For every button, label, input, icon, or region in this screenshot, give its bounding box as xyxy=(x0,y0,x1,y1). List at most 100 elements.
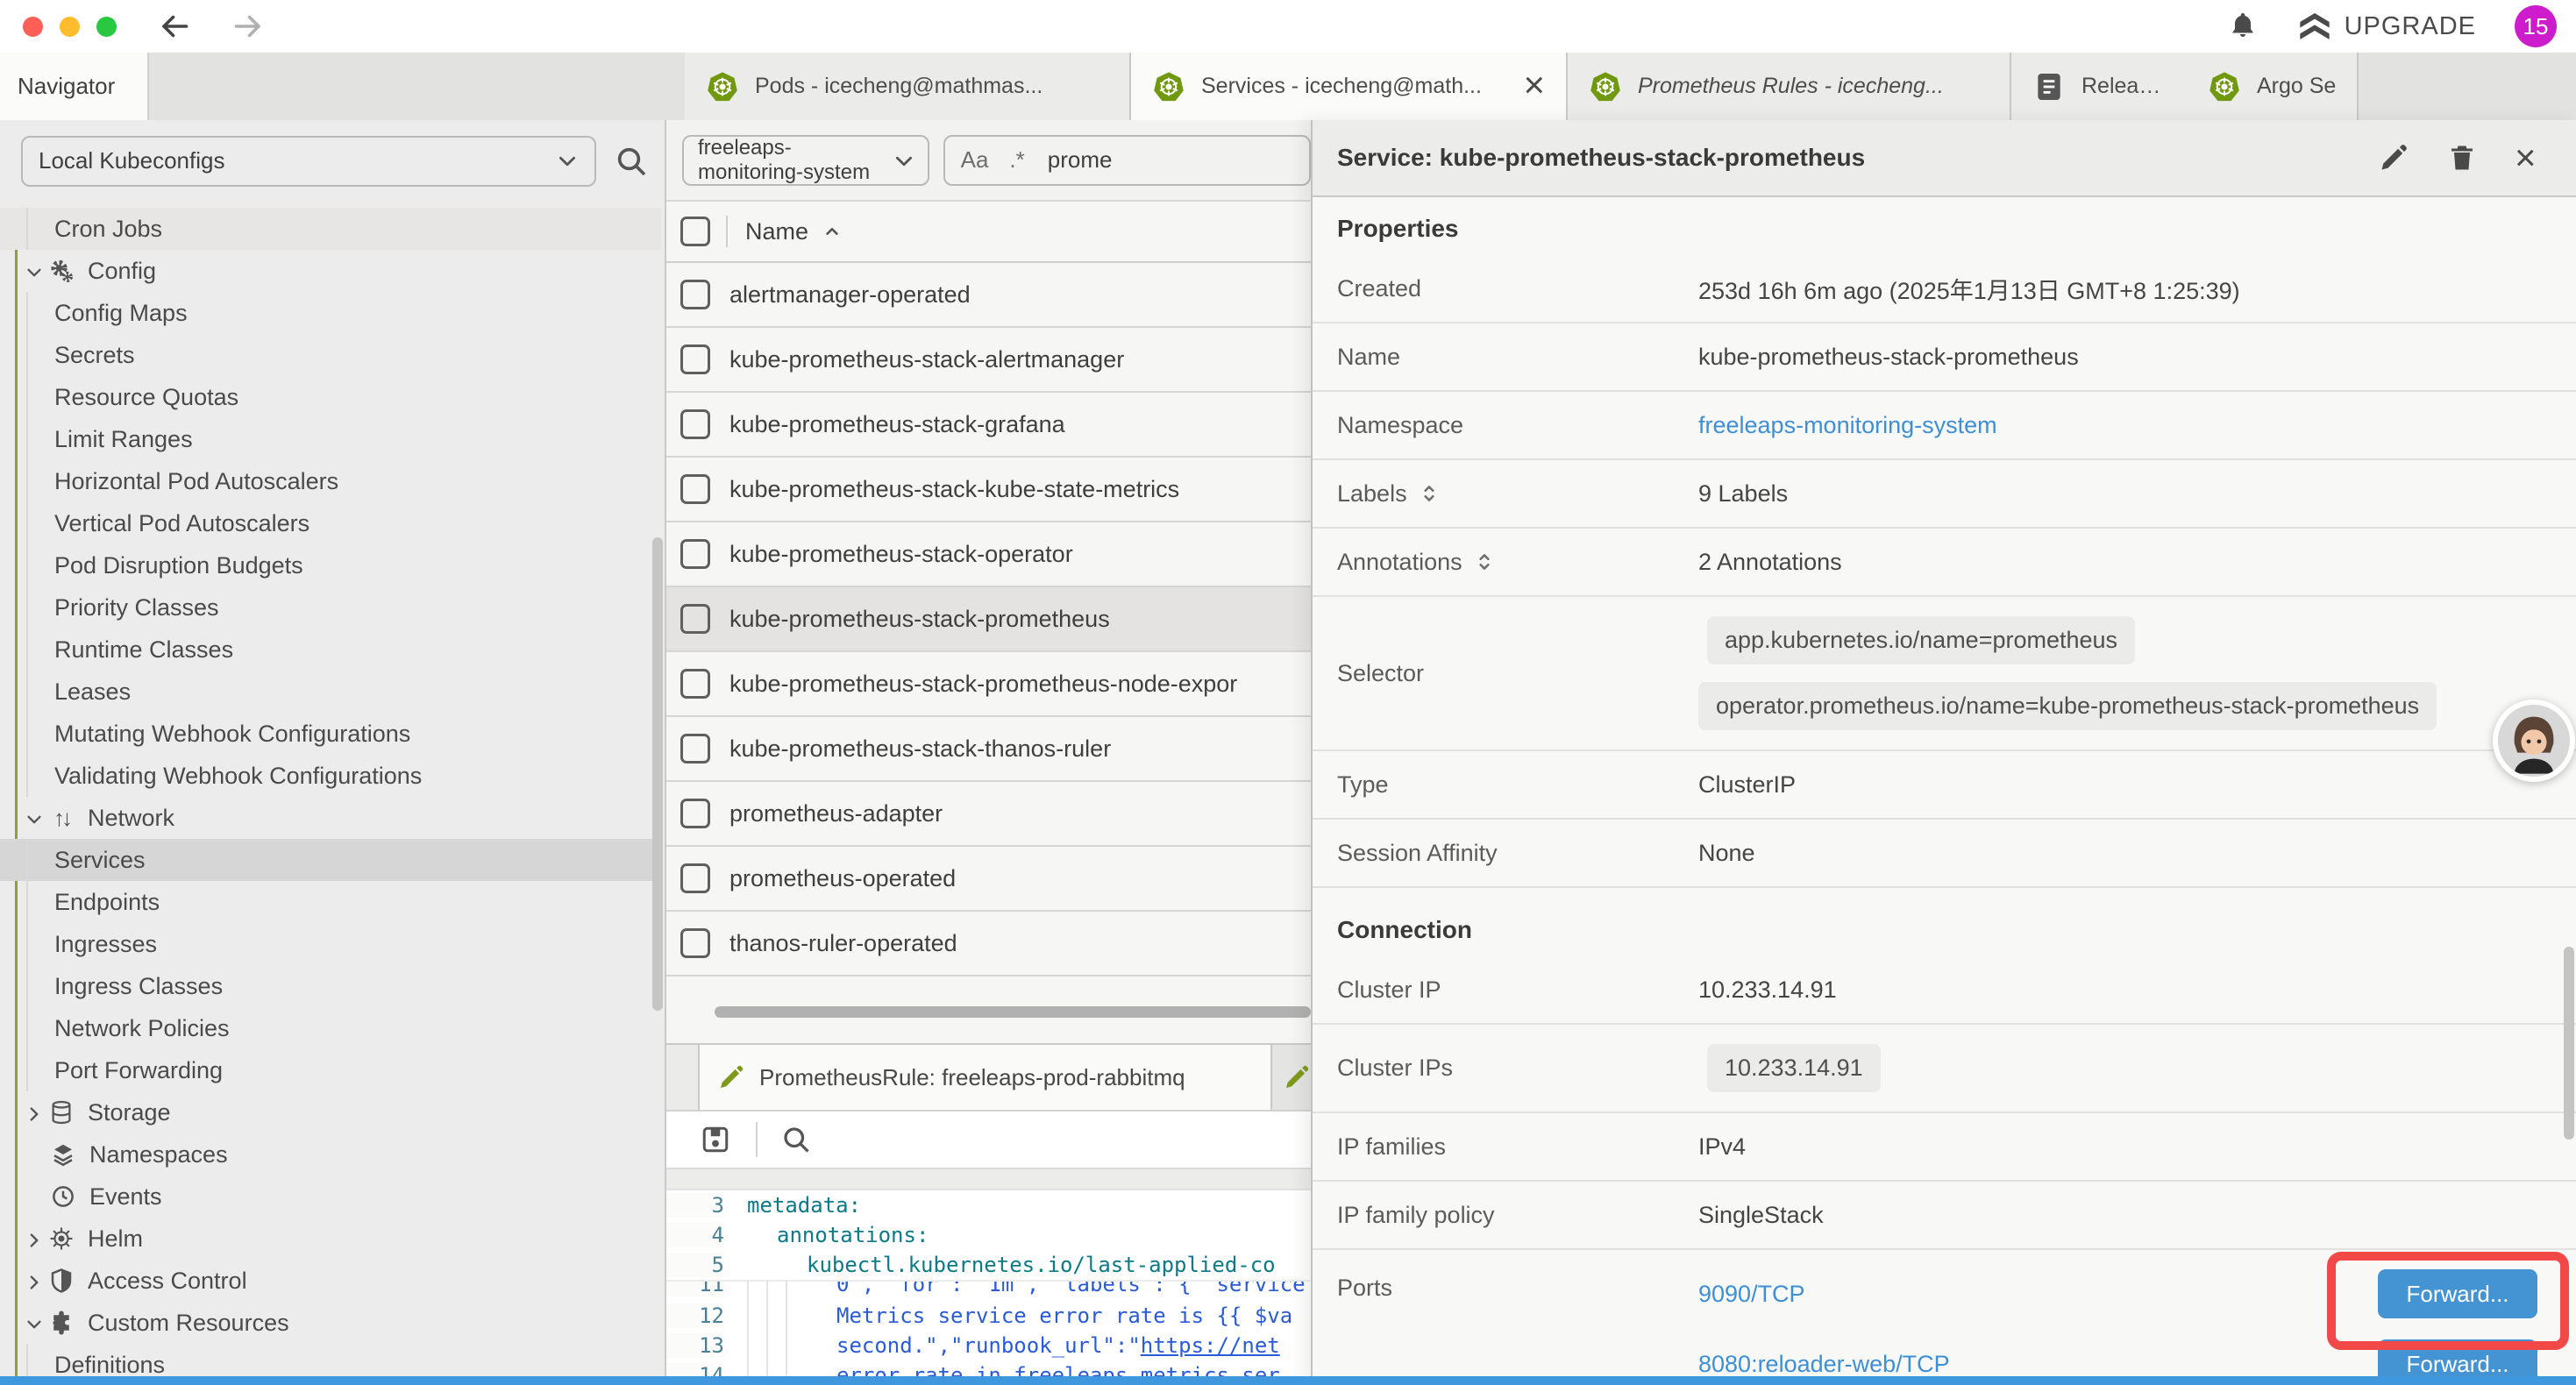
row-checkbox[interactable] xyxy=(680,863,710,893)
code-line[interactable]: 4 annotations: xyxy=(666,1220,1311,1250)
tree-chevron-icon[interactable] xyxy=(25,1271,44,1290)
tree-item[interactable]: Pod Disruption Budgets xyxy=(0,544,661,586)
row-checkbox[interactable] xyxy=(680,280,710,309)
table-row[interactable]: alertmanager-operated xyxy=(666,263,1311,328)
tree-item[interactable]: Secrets xyxy=(0,334,661,376)
tree-item[interactable]: Vertical Pod Autoscalers xyxy=(0,502,661,544)
detail-scrollbar[interactable] xyxy=(2564,947,2574,1140)
tree-item[interactable]: Ingress Classes xyxy=(0,965,661,1007)
back-icon[interactable] xyxy=(159,11,190,42)
sidebar-scrollbar[interactable] xyxy=(652,537,663,1011)
tree-item[interactable]: Leases xyxy=(0,671,661,713)
tree-item[interactable]: ↑↓ Network xyxy=(0,797,661,839)
save-icon[interactable] xyxy=(700,1124,731,1155)
code-line[interactable]: 5 kubectl.kubernetes.io/last-applied-co xyxy=(666,1250,1311,1280)
editor-tab-partial[interactable] xyxy=(1272,1045,1312,1110)
list-search-input[interactable] xyxy=(1046,146,1242,174)
table-row[interactable]: kube-prometheus-stack-thanos-ruler xyxy=(666,717,1311,782)
cluster-tab[interactable]: Pods - icecheng@mathmas... xyxy=(685,53,1131,120)
cluster-tab[interactable]: Release Notes xyxy=(2011,53,2187,120)
minimize-window-button[interactable] xyxy=(60,17,80,37)
namespace-link[interactable]: freeleaps-monitoring-system xyxy=(1698,412,1997,438)
tree-item[interactable]: Mutating Webhook Configurations xyxy=(0,713,661,755)
table-row[interactable]: kube-prometheus-stack-alertmanager xyxy=(666,328,1311,393)
select-all-checkbox[interactable] xyxy=(680,217,710,246)
tree-item[interactable]: Port Forwarding xyxy=(0,1049,661,1091)
tree-item[interactable]: Resource Quotas xyxy=(0,376,661,418)
tree-chevron-icon[interactable] xyxy=(25,808,44,827)
kubeconfig-select[interactable]: Local Kubeconfigs xyxy=(21,136,596,187)
row-checkbox[interactable] xyxy=(680,799,710,828)
close-window-button[interactable] xyxy=(23,17,43,37)
yaml-code-area[interactable]: 3 metadata: 4 annotations: 5 kubectl.kub… xyxy=(666,1190,1311,1385)
sort-icon[interactable] xyxy=(1473,550,1496,573)
tree-item[interactable]: Access Control xyxy=(0,1260,661,1302)
cluster-tab[interactable]: Services - icecheng@math... × xyxy=(1131,53,1568,120)
editor-search-icon[interactable] xyxy=(780,1124,812,1155)
tab-navigator[interactable]: Navigator xyxy=(0,53,149,120)
table-row[interactable]: prometheus-adapter xyxy=(666,782,1311,847)
code-url-link[interactable]: https://net xyxy=(1141,1333,1280,1358)
zoom-window-button[interactable] xyxy=(96,17,117,37)
sort-icon[interactable] xyxy=(1418,482,1441,505)
table-row[interactable]: kube-prometheus-stack-kube-state-metrics xyxy=(666,458,1311,522)
tree-item[interactable]: Runtime Classes xyxy=(0,629,661,671)
notifications-bell-icon[interactable] xyxy=(2227,11,2259,42)
tree-item[interactable]: Config xyxy=(0,250,661,292)
tree-chevron-icon[interactable] xyxy=(25,1229,44,1248)
tree-chevron-icon[interactable] xyxy=(25,1313,44,1332)
table-row[interactable]: prometheus-operated xyxy=(666,847,1311,912)
cluster-tab[interactable]: Argo Se xyxy=(2187,53,2359,120)
tree-item[interactable]: Custom Resources xyxy=(0,1302,661,1344)
forward-icon[interactable] xyxy=(232,11,264,42)
upgrade-button[interactable]: UPGRADE xyxy=(2297,9,2476,44)
table-row[interactable]: kube-prometheus-stack-prometheus-node-ex… xyxy=(666,652,1311,717)
name-column-header[interactable]: Name xyxy=(745,218,808,245)
cluster-tab[interactable]: Prometheus Rules - icecheng... xyxy=(1568,53,2011,120)
tree-item[interactable]: Services xyxy=(0,839,661,881)
tree-chevron-icon[interactable] xyxy=(25,1103,44,1122)
row-checkbox[interactable] xyxy=(680,474,710,504)
horizontal-scrollbar[interactable] xyxy=(715,1006,1311,1018)
table-row[interactable]: thanos-ruler-operated xyxy=(666,912,1311,977)
tree-chevron-icon[interactable] xyxy=(25,261,44,281)
tree-item[interactable]: Validating Webhook Configurations xyxy=(0,755,661,797)
delete-trash-icon[interactable] xyxy=(2446,142,2478,174)
port-link[interactable]: 8080:reloader-web/TCP xyxy=(1698,1351,1950,1378)
close-panel-icon[interactable]: × xyxy=(2515,142,2546,174)
tree-item[interactable]: Endpoints xyxy=(0,881,661,923)
tree-item[interactable]: Priority Classes xyxy=(0,586,661,629)
tree-item[interactable]: Helm xyxy=(0,1218,661,1260)
sort-caret-up-icon[interactable] xyxy=(821,220,843,243)
tree-item[interactable]: Cron Jobs xyxy=(0,208,661,250)
list-search-box[interactable]: Aa .* xyxy=(943,135,1311,186)
tree-item[interactable]: Storage xyxy=(0,1091,661,1133)
row-checkbox[interactable] xyxy=(680,928,710,958)
row-checkbox[interactable] xyxy=(680,669,710,699)
close-tab-icon[interactable]: × xyxy=(1509,69,1545,104)
row-checkbox[interactable] xyxy=(680,734,710,764)
tree-item[interactable]: Namespaces xyxy=(0,1133,661,1175)
tree-item[interactable]: Network Policies xyxy=(0,1007,661,1049)
port-link[interactable]: 9090/TCP xyxy=(1698,1281,1805,1308)
table-row[interactable]: kube-prometheus-stack-prometheus xyxy=(666,587,1311,652)
row-checkbox[interactable] xyxy=(680,604,710,634)
row-checkbox[interactable] xyxy=(680,409,710,439)
tree-item[interactable]: Ingresses xyxy=(0,923,661,965)
tree-item[interactable]: Events xyxy=(0,1175,661,1218)
table-row[interactable]: kube-prometheus-stack-grafana xyxy=(666,393,1311,458)
tree-item[interactable]: Config Maps xyxy=(0,292,661,334)
tree-item[interactable]: Horizontal Pod Autoscalers xyxy=(0,460,661,502)
row-checkbox[interactable] xyxy=(680,539,710,569)
code-line[interactable]: 3 metadata: xyxy=(666,1190,1311,1220)
namespace-select[interactable]: freeleaps-monitoring-system xyxy=(682,135,929,186)
match-case-toggle[interactable]: Aa xyxy=(961,146,989,174)
user-avatar[interactable] xyxy=(2493,700,2575,782)
tree-item[interactable]: Limit Ranges xyxy=(0,418,661,460)
notification-count-badge[interactable]: 15 xyxy=(2515,5,2557,47)
editor-tab-active[interactable]: PrometheusRule: freeleaps-prod-rabbitmq xyxy=(698,1045,1272,1110)
regex-toggle[interactable]: .* xyxy=(1009,146,1024,174)
table-row[interactable]: kube-prometheus-stack-operator xyxy=(666,522,1311,587)
sidebar-search-icon[interactable] xyxy=(614,144,649,179)
edit-pencil-icon[interactable] xyxy=(2378,142,2409,174)
